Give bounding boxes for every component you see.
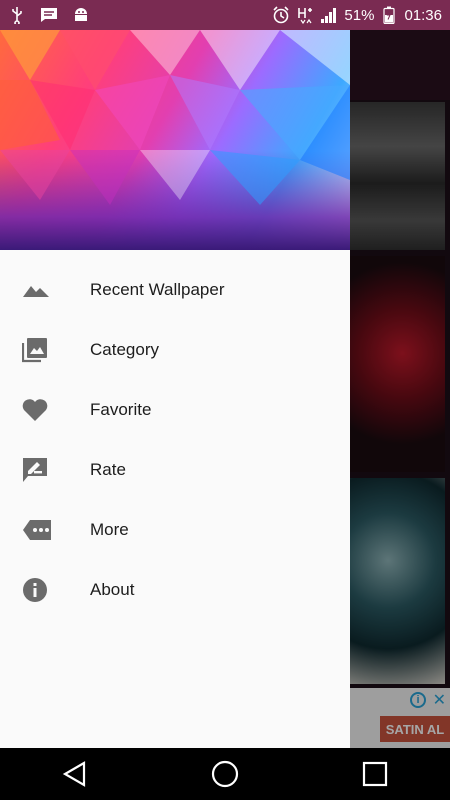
message-icon (40, 6, 58, 24)
alarm-icon (272, 6, 290, 24)
battery-percent: 51% (344, 6, 375, 24)
menu-item-label: Rate (90, 460, 126, 479)
h-plus-icon (296, 6, 314, 24)
heart-icon (0, 398, 90, 422)
photo-library-icon (0, 337, 90, 363)
back-button[interactable] (45, 748, 105, 800)
recents-button[interactable] (345, 748, 405, 800)
menu-item-label: Favorite (90, 400, 152, 419)
more-tag-icon (0, 519, 90, 541)
recents-square-icon (362, 761, 388, 787)
android-debug-icon (72, 6, 90, 24)
menu-item-more[interactable]: More (0, 500, 350, 560)
status-bar: 51% 01:36 (0, 0, 450, 30)
battery-icon (380, 6, 398, 24)
info-icon (0, 577, 90, 603)
back-triangle-icon (62, 761, 86, 787)
drawer-menu: Recent Wallpaper Category Favorite Rate … (0, 250, 350, 620)
menu-item-about[interactable]: About (0, 560, 350, 620)
menu-item-favorite[interactable]: Favorite (0, 380, 350, 440)
drawer-header-image (0, 30, 350, 250)
menu-item-label: More (90, 520, 129, 539)
clock: 01:36 (404, 6, 442, 24)
navigation-drawer: Recent Wallpaper Category Favorite Rate … (0, 30, 350, 748)
home-button[interactable] (195, 748, 255, 800)
home-circle-icon (211, 760, 239, 788)
menu-item-rate[interactable]: Rate (0, 440, 350, 500)
rate-review-icon (0, 457, 90, 483)
menu-item-label: About (90, 580, 135, 599)
signal-icon (320, 6, 338, 24)
menu-item-label: Recent Wallpaper (90, 280, 225, 299)
menu-item-label: Category (90, 340, 159, 359)
system-nav-bar (0, 748, 450, 800)
menu-item-category[interactable]: Category (0, 320, 350, 380)
usb-icon (8, 6, 26, 24)
menu-item-recent-wallpaper[interactable]: Recent Wallpaper (0, 260, 350, 320)
landscape-icon (0, 280, 90, 300)
